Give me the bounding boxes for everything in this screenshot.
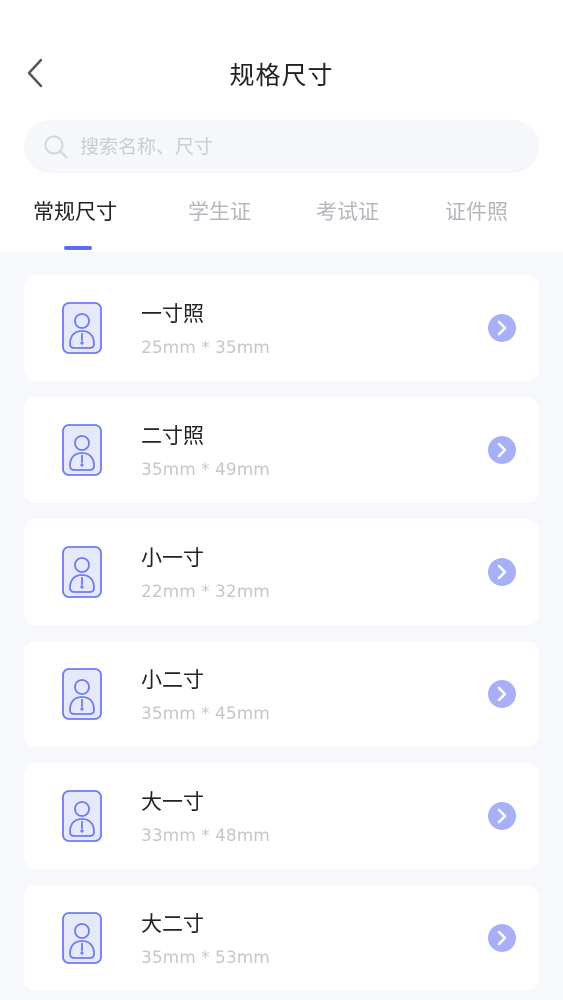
active-tab-indicator xyxy=(64,246,92,250)
chevron-right-circle-icon[interactable] xyxy=(488,924,516,952)
size-dimensions: 33mm * 48mm xyxy=(141,826,270,846)
search-bar[interactable] xyxy=(24,120,539,173)
header-area: 规格尺寸 常规尺寸 学生证 考试证 证件照 xyxy=(0,0,563,252)
size-card[interactable]: 一寸照 25mm * 35mm xyxy=(24,275,539,381)
size-card[interactable]: 大二寸 35mm * 53mm xyxy=(24,885,539,991)
size-name: 二寸照 xyxy=(141,424,204,448)
size-name: 小一寸 xyxy=(141,546,204,570)
size-name: 大一寸 xyxy=(141,790,204,814)
tab-id-photo[interactable]: 证件照 xyxy=(445,196,508,226)
chevron-right-circle-icon[interactable] xyxy=(488,680,516,708)
chevron-right-circle-icon[interactable] xyxy=(488,558,516,586)
category-tabs: 常规尺寸 学生证 考试证 证件照 xyxy=(0,196,563,252)
id-photo-icon xyxy=(62,302,102,354)
chevron-right-circle-icon[interactable] xyxy=(488,436,516,464)
id-photo-icon xyxy=(62,668,102,720)
size-card[interactable]: 二寸照 35mm * 49mm xyxy=(24,397,539,503)
size-dimensions: 25mm * 35mm xyxy=(141,338,270,358)
chevron-right-circle-icon[interactable] xyxy=(488,314,516,342)
size-dimensions: 35mm * 53mm xyxy=(141,948,270,968)
size-dimensions: 22mm * 32mm xyxy=(141,582,270,602)
search-input[interactable] xyxy=(80,135,480,158)
size-name: 一寸照 xyxy=(141,302,204,326)
size-dimensions: 35mm * 49mm xyxy=(141,460,270,480)
page-title: 规格尺寸 xyxy=(229,61,334,90)
size-name: 小二寸 xyxy=(141,668,204,692)
id-photo-icon xyxy=(62,912,102,964)
tab-exam-id[interactable]: 考试证 xyxy=(316,196,379,226)
id-photo-icon xyxy=(62,790,102,842)
size-card[interactable]: 小二寸 35mm * 45mm xyxy=(24,641,539,747)
size-card[interactable]: 大一寸 33mm * 48mm xyxy=(24,763,539,869)
tab-student-id[interactable]: 学生证 xyxy=(188,196,251,226)
tab-regular-size[interactable]: 常规尺寸 xyxy=(33,196,117,226)
size-dimensions: 35mm * 45mm xyxy=(141,704,270,724)
size-name: 大二寸 xyxy=(141,912,204,936)
search-icon xyxy=(42,133,70,161)
id-photo-icon xyxy=(62,424,102,476)
size-card[interactable]: 小一寸 22mm * 32mm xyxy=(24,519,539,625)
id-photo-icon xyxy=(62,546,102,598)
chevron-right-circle-icon[interactable] xyxy=(488,802,516,830)
